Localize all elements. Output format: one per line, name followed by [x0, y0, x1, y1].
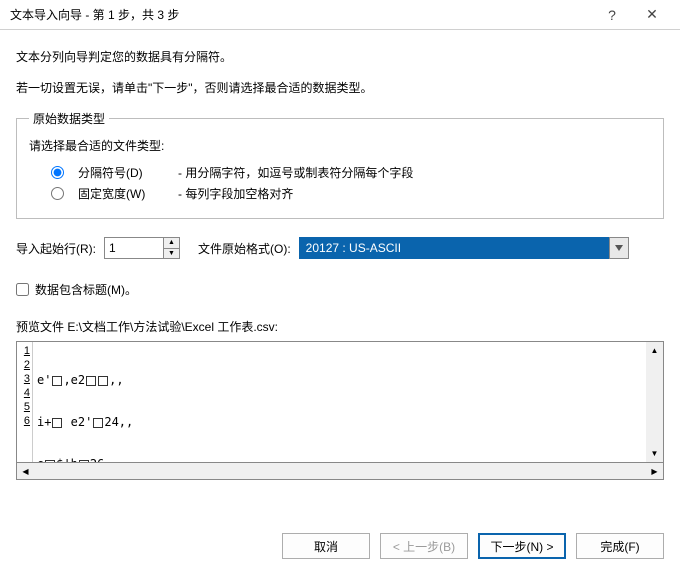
preview-file-label: 预览文件 E:\文档工作\方法试验\Excel 工作表.csv: [16, 318, 664, 335]
finish-button[interactable]: 完成(F) [576, 533, 664, 559]
radio-delimited-desc: - 用分隔字符，如逗号或制表符分隔每个字段 [178, 164, 413, 181]
headers-checkbox-label: 数据包含标题(M)。 [35, 281, 137, 298]
close-button[interactable]: ✕ [632, 0, 672, 30]
chevron-down-icon [615, 245, 623, 251]
hscroll-track[interactable] [34, 463, 646, 479]
gutter-line: 1 [17, 345, 32, 359]
scroll-down-icon[interactable]: ▼ [646, 445, 663, 462]
scroll-up-icon[interactable]: ▲ [646, 342, 663, 359]
gutter-line: 4 [17, 387, 32, 401]
start-and-origin-row: 导入起始行(R): ▲ ▼ 文件原始格式(O): 20127 : US-ASCI… [16, 237, 664, 259]
vscroll-track[interactable] [646, 359, 663, 445]
headers-checkbox[interactable] [16, 283, 29, 296]
back-button[interactable]: < 上一步(B) [380, 533, 468, 559]
gutter-line: 6 [17, 415, 32, 429]
preview-line-gutter: 1 2 3 4 5 6 [17, 342, 33, 462]
group-legend: 原始数据类型 [29, 110, 109, 127]
start-row-spinner[interactable]: ▲ ▼ [104, 237, 180, 259]
spinner-down-icon[interactable]: ▼ [164, 249, 179, 259]
intro-line-2: 若一切设置无误，请单击"下一步"，否则请选择最合适的数据类型。 [16, 79, 664, 96]
radio-delimited-label: 分隔符号(D) [78, 164, 168, 181]
preview-line: e$'h26,, [37, 457, 642, 462]
scroll-right-icon[interactable]: ▶ [646, 463, 663, 479]
scroll-left-icon[interactable]: ◀ [17, 463, 34, 479]
dialog-button-row: 取消 < 上一步(B) 下一步(N) > 完成(F) [282, 533, 664, 559]
intro-line-1: 文本分列向导判定您的数据具有分隔符。 [16, 48, 664, 65]
preview-pane: 1 2 3 4 5 6 e',e2,, i+ e2'24,, e$'h26,, … [16, 341, 664, 463]
radio-delimited[interactable] [51, 166, 64, 179]
next-button[interactable]: 下一步(N) > [478, 533, 566, 559]
preview-line: e',e2,, [37, 373, 642, 387]
preview-text-area: e',e2,, i+ e2'24,, e$'h26,, e< g&20,, f2… [33, 342, 646, 462]
gutter-line: 3 [17, 373, 32, 387]
radio-fixed-row[interactable]: 固定宽度(W) - 每列字段加空格对齐 [51, 185, 651, 202]
file-origin-value: 20127 : US-ASCII [299, 237, 609, 259]
cancel-button[interactable]: 取消 [282, 533, 370, 559]
combo-dropdown-button[interactable] [609, 237, 629, 259]
radio-fixed-width[interactable] [51, 187, 64, 200]
radio-fixed-label: 固定宽度(W) [78, 185, 168, 202]
horizontal-scrollbar[interactable]: ◀ ▶ [16, 463, 664, 480]
start-row-label: 导入起始行(R): [16, 240, 96, 257]
gutter-line: 2 [17, 359, 32, 373]
radio-fixed-desc: - 每列字段加空格对齐 [178, 185, 293, 202]
gutter-line: 5 [17, 401, 32, 415]
spinner-buttons: ▲ ▼ [163, 238, 179, 258]
file-origin-combo[interactable]: 20127 : US-ASCII [299, 237, 629, 259]
file-origin-label: 文件原始格式(O): [198, 240, 291, 257]
window-title: 文本导入向导 - 第 1 步，共 3 步 [10, 6, 592, 23]
radio-delimited-row[interactable]: 分隔符号(D) - 用分隔字符，如逗号或制表符分隔每个字段 [51, 164, 651, 181]
dialog-content: 文本分列向导判定您的数据具有分隔符。 若一切设置无误，请单击"下一步"，否则请选… [0, 30, 680, 480]
preview-line: i+ e2'24,, [37, 415, 642, 429]
start-row-input[interactable] [105, 238, 163, 258]
titlebar: 文本导入向导 - 第 1 步，共 3 步 ? ✕ [0, 0, 680, 30]
headers-checkbox-row[interactable]: 数据包含标题(M)。 [16, 281, 664, 298]
vertical-scrollbar[interactable]: ▲ ▼ [646, 342, 663, 462]
original-data-type-group: 原始数据类型 请选择最合适的文件类型: 分隔符号(D) - 用分隔字符，如逗号或… [16, 110, 664, 219]
choose-file-type-hint: 请选择最合适的文件类型: [29, 137, 651, 154]
spinner-up-icon[interactable]: ▲ [164, 238, 179, 249]
help-button[interactable]: ? [592, 0, 632, 30]
